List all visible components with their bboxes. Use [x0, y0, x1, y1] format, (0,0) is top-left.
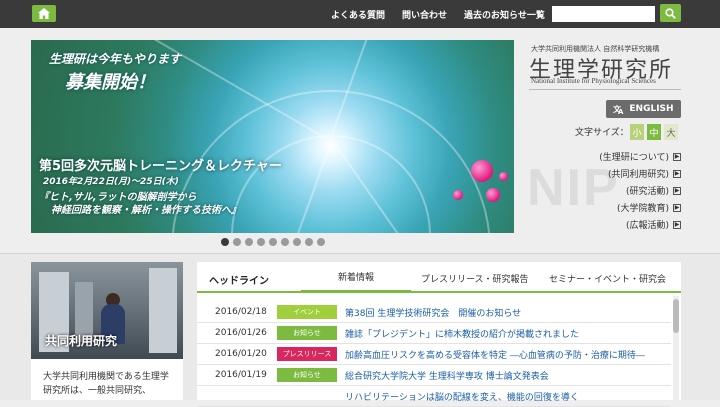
- sidelink-label: (生理研について): [599, 153, 669, 163]
- home-button[interactable]: [32, 5, 56, 22]
- card-description: 大学共同利用機関である生理学研究所は、一般共同研究、: [43, 372, 169, 396]
- sidelink-about[interactable]: (生理研について) ▶: [560, 148, 681, 165]
- cell-decoration: [453, 190, 463, 200]
- search-button[interactable]: [660, 4, 681, 22]
- news-category-badge: お知らせ: [277, 368, 337, 382]
- arrow-right-icon: ▶: [673, 152, 681, 161]
- hero-event-title: 第5回多次元脳トレーニング＆レクチャー: [39, 159, 282, 174]
- sidelink-graduate[interactable]: (大学院教育) ▶: [560, 199, 681, 216]
- sidelink-label: (大学院教育): [616, 204, 669, 214]
- news-title-link[interactable]: 第38回 生理学技術研究会 開催のお知らせ: [345, 306, 670, 319]
- news-date: 2016/01/19: [215, 370, 267, 380]
- sidelink-research[interactable]: (研究活動) ▶: [560, 182, 681, 199]
- news-date: 2016/01/26: [215, 328, 267, 338]
- home-icon: [38, 8, 50, 19]
- news-row[interactable]: 2016/01/26 お知らせ 雑誌「プレジデント」に柿木教授の紹介が掲載されました: [197, 323, 671, 344]
- carousel-dot[interactable]: [293, 238, 301, 246]
- news-category-badge: イベント: [277, 305, 337, 319]
- carousel-dot[interactable]: [245, 238, 253, 246]
- tab-seminar[interactable]: セミナー・イベント・研究会: [549, 272, 666, 285]
- lab-photo: 共同利用研究: [31, 262, 183, 359]
- arrow-right-icon: ▶: [673, 169, 681, 178]
- hero-event-date: 2016年2月22日(月)〜25日(木): [43, 177, 179, 187]
- hero-subtitle-line1: 『ヒト,サル,ラットの脳解剖学から: [39, 192, 197, 203]
- news-date: 2016/02/18: [215, 307, 267, 317]
- news-tabs: ヘッドライン 新着情報 プレスリリース・研究報告 セミナー・イベント・研究会: [197, 262, 681, 293]
- svg-text:A: A: [618, 108, 624, 114]
- tab-new-info[interactable]: 新着情報: [301, 262, 411, 293]
- news-row[interactable]: 2016/01/19 お知らせ 総合研究大学院大学 生理科学専攻 博士論文発表会: [197, 365, 671, 386]
- font-size-medium-button[interactable]: 中: [647, 124, 661, 140]
- tab-press-release[interactable]: プレスリリース・研究報告: [421, 272, 529, 285]
- news-list: 2016/02/18 イベント 第38回 生理学技術研究会 開催のお知らせ 2016/…: [197, 302, 671, 407]
- news-panel: ヘッドライン 新着情報 プレスリリース・研究報告 セミナー・イベント・研究会 2…: [197, 262, 681, 407]
- font-size-large-button[interactable]: 大: [664, 124, 678, 140]
- arrow-right-icon: ▶: [673, 203, 681, 212]
- news-row[interactable]: リハビリテーションは脳の配線を変え、機能の回復を導く: [197, 386, 671, 407]
- english-label: ENGLISH: [629, 104, 674, 114]
- carousel-dot[interactable]: [269, 238, 277, 246]
- carousel-dot[interactable]: [221, 238, 229, 246]
- carousel-dot[interactable]: [281, 238, 289, 246]
- translate-icon: 文A: [613, 104, 624, 114]
- news-title-link[interactable]: リハビリテーションは脳の配線を変え、機能の回復を導く: [345, 390, 670, 403]
- search-icon: [665, 7, 676, 19]
- nav-contact[interactable]: 問い合わせ: [402, 0, 447, 28]
- carousel-dot[interactable]: [317, 238, 325, 246]
- news-category-badge: プレスリリース: [277, 347, 337, 361]
- english-button[interactable]: 文A ENGLISH: [606, 100, 681, 118]
- tab-headline: ヘッドライン: [209, 276, 269, 287]
- sidelink-label: (共同利用研究): [607, 170, 669, 180]
- sidelink-pr[interactable]: (広報活動) ▶: [560, 216, 681, 233]
- carousel-pagination: [221, 238, 325, 246]
- hero-banner[interactable]: 生理研は今年もやります 募集開始！ 第5回多次元脳トレーニング＆レクチャー 20…: [31, 40, 514, 233]
- nav-faq[interactable]: よくある質問: [331, 0, 385, 28]
- nav-past-news[interactable]: 過去のお知らせ一覧: [464, 0, 545, 28]
- news-title-link[interactable]: 雑誌「プレジデント」に柿木教授の紹介が掲載されました: [345, 327, 670, 340]
- logo-divider: [529, 89, 681, 90]
- card-title: 共同利用研究: [45, 334, 118, 348]
- font-size-label: 文字サイズ：: [575, 128, 629, 138]
- carousel-dot[interactable]: [257, 238, 265, 246]
- sidelink-label: (広報活動): [625, 221, 669, 231]
- hero-tagline: 生理研は今年もやります: [49, 52, 182, 66]
- search-input[interactable]: [552, 6, 655, 22]
- scrollbar-thumb[interactable]: [673, 299, 679, 333]
- equipment-rack: [149, 268, 177, 353]
- top-bar: よくある質問 問い合わせ 過去のお知らせ一覧: [0, 0, 720, 28]
- font-size-small-button[interactable]: 小: [630, 124, 644, 140]
- sidelink-joint-research[interactable]: (共同利用研究) ▶: [560, 165, 681, 182]
- arrow-right-icon: ▶: [673, 220, 681, 229]
- news-category-badge: お知らせ: [277, 326, 337, 340]
- news-row[interactable]: 2016/01/20 プレスリリース 加齢高血圧リスクを高める受容体を特定 ―心血管…: [197, 344, 671, 365]
- news-row[interactable]: 2016/02/18 イベント 第38回 生理学技術研究会 開催のお知らせ: [197, 302, 671, 323]
- cell-decoration: [499, 172, 508, 181]
- cell-decoration: [471, 160, 493, 182]
- hero-subtitle-line2: 神経回路を観察・解析・操作する技術へ』: [51, 205, 241, 216]
- joint-research-card[interactable]: 共同利用研究 大学共同利用機関である生理学研究所は、一般共同研究、: [31, 262, 183, 400]
- cell-decoration: [486, 188, 500, 202]
- hero-event-subtitle: 『ヒト,サル,ラットの脳解剖学から 神経回路を観察・解析・操作する技術へ』: [39, 191, 241, 217]
- side-navigation: (生理研について) ▶ (共同利用研究) ▶ (研究活動) ▶ (大学院教育) ▶ (広…: [560, 148, 681, 233]
- logo-english-name: National Institute for Physiological Sci…: [531, 77, 656, 85]
- news-scrollbar[interactable]: [673, 296, 679, 400]
- sidelink-label: (研究活動): [625, 187, 669, 197]
- news-title-link[interactable]: 総合研究大学院大学 生理科学専攻 博士論文発表会: [345, 369, 670, 382]
- news-title-link[interactable]: 加齢高血圧リスクを高める受容体を特定 ―心血管病の予防・治療に期待―: [345, 348, 670, 361]
- arrow-right-icon: ▶: [673, 186, 681, 195]
- carousel-dot[interactable]: [233, 238, 241, 246]
- news-date: 2016/01/20: [215, 349, 267, 359]
- carousel-dot[interactable]: [305, 238, 313, 246]
- hero-headline: 募集開始！: [65, 72, 155, 93]
